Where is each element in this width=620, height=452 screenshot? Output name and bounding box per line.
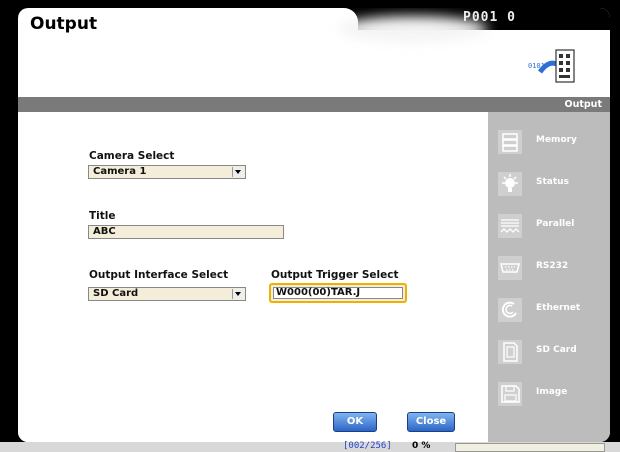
sidebar-item-label: Parallel [536, 219, 575, 229]
status-icon [498, 172, 522, 196]
sidebar-item-label: Ethernet [536, 303, 581, 313]
title-tab: Output [18, 8, 358, 38]
sidebar-item-status[interactable]: Status [488, 164, 610, 204]
camera-select-label: Camera Select [89, 150, 175, 162]
sidebar-item-sd-card[interactable]: SD Card [488, 332, 610, 372]
sidebar-item-image[interactable]: Image [488, 374, 610, 414]
status-percent: 0 % [412, 441, 431, 451]
sd-card-icon [498, 340, 522, 364]
sidebar-item-ethernet[interactable]: Ethernet [488, 290, 610, 330]
output-interface-value: SD Card [93, 288, 139, 299]
memory-icon [498, 130, 522, 154]
title-label: Title [89, 210, 116, 222]
window-title: Output [30, 14, 98, 34]
window-backdrop: Output P001 0 0101 Output Camera Select … [0, 0, 620, 452]
parallel-icon [498, 214, 522, 238]
section-header-label: Output [564, 99, 603, 110]
close-button[interactable]: Close [407, 412, 455, 432]
output-window: Output P001 0 0101 Output Camera Select … [18, 8, 610, 442]
camera-select-value: Camera 1 [93, 166, 147, 177]
ok-button[interactable]: OK [333, 412, 377, 432]
form-panel: Camera Select Camera 1 Title ABC Output … [18, 112, 488, 442]
sidebar-item-memory[interactable]: Memory [488, 122, 610, 162]
output-logo-icon: 0101 [526, 42, 586, 90]
title-input-value: ABC [93, 226, 116, 237]
sidebar-item-label: Memory [536, 135, 577, 145]
output-trigger-value[interactable]: W000(00)TAR.J [273, 287, 403, 299]
output-trigger-field[interactable]: W000(00)TAR.J [269, 283, 407, 303]
sidebar-item-parallel[interactable]: Parallel [488, 206, 610, 246]
chevron-down-icon[interactable] [232, 167, 244, 177]
program-code: P001 0 [463, 10, 516, 25]
sidebar-item-rs232[interactable]: RS232 [488, 248, 610, 288]
chevron-down-icon[interactable] [232, 289, 244, 299]
output-interface-dropdown[interactable]: SD Card [88, 287, 246, 301]
ethernet-icon [498, 298, 522, 322]
status-count: [002/256] [343, 441, 392, 451]
image-icon [498, 382, 522, 406]
sidebar-item-label: Image [536, 387, 568, 397]
rs232-icon [498, 256, 522, 280]
output-trigger-label: Output Trigger Select [271, 269, 399, 281]
title-input[interactable]: ABC [88, 225, 284, 239]
sidebar-item-label: RS232 [536, 261, 569, 271]
sidebar-item-label: Status [536, 177, 569, 187]
camera-select-dropdown[interactable]: Camera 1 [88, 165, 246, 179]
section-header-bar: Output [18, 97, 610, 112]
sidebar: Memory Status Parallel RS232 Ethernet SD… [488, 112, 610, 442]
sidebar-item-label: SD Card [536, 345, 577, 355]
status-message-box [455, 443, 605, 452]
output-interface-label: Output Interface Select [89, 269, 229, 281]
status-bar: [002/256] 0 % [0, 441, 620, 452]
